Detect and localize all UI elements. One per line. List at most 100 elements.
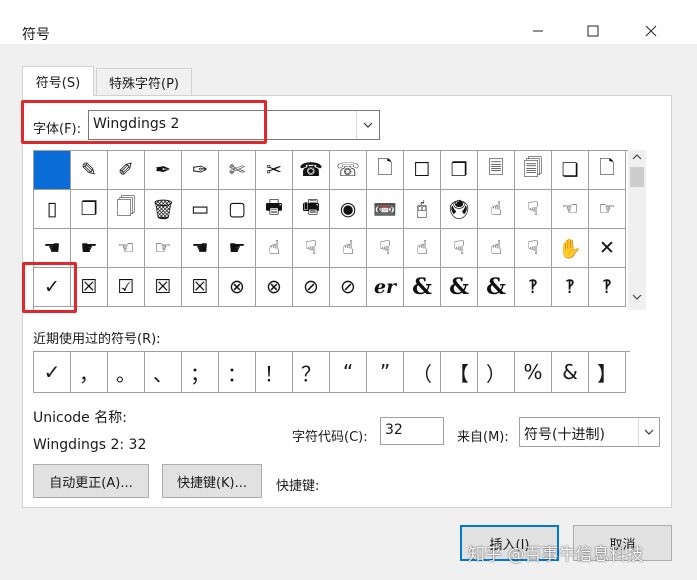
tab-special-characters[interactable]: 特殊字符(P): [96, 68, 192, 96]
symbol-cell[interactable]: 🖷: [293, 190, 330, 229]
symbol-cell[interactable]: ✕: [589, 229, 626, 268]
shortcut-key-button[interactable]: 快捷键(K)...: [162, 464, 262, 498]
symbol-cell[interactable]: ☑: [108, 268, 145, 307]
symbol-cell[interactable]: ☜: [552, 190, 589, 229]
symbol-cell[interactable]: 🖲: [441, 190, 478, 229]
symbol-cell[interactable]: ☟: [293, 229, 330, 268]
maximize-button[interactable]: [578, 22, 608, 40]
minimize-button[interactable]: [523, 22, 553, 40]
recent-symbol-cell[interactable]: &: [552, 352, 589, 393]
symbol-grid-scrollbar[interactable]: [628, 150, 646, 310]
symbol-cell[interactable]: 🗋: [367, 151, 404, 190]
symbol-cell[interactable]: 🖰: [404, 190, 441, 229]
tab-symbols[interactable]: 符号(S): [22, 66, 94, 96]
recent-symbol-cell[interactable]: ，: [71, 352, 108, 393]
symbol-cell[interactable]: 🗐: [515, 151, 552, 190]
symbol-cell[interactable]: ✂: [256, 151, 293, 190]
symbol-cell[interactable]: ☚: [34, 229, 71, 268]
from-dropdown-button[interactable]: [638, 418, 659, 446]
symbol-cell[interactable]: ✑: [182, 151, 219, 190]
symbol-cell[interactable]: ☞: [589, 190, 626, 229]
recent-symbol-cell[interactable]: ！: [256, 352, 293, 393]
symbol-cell[interactable]: [34, 151, 71, 190]
scroll-thumb[interactable]: [630, 167, 644, 187]
symbol-cell[interactable]: ☜: [108, 229, 145, 268]
unicode-name-value: Wingdings 2: 32: [33, 437, 147, 453]
symbol-cell[interactable]: ☝: [330, 229, 367, 268]
symbol-cell[interactable]: ☒: [71, 268, 108, 307]
recent-symbols-grid[interactable]: ✓，。、；：！？ “” （【）% &】: [33, 351, 630, 393]
font-dropdown-button[interactable]: [356, 111, 379, 139]
symbol-cell[interactable]: ⊘: [293, 268, 330, 307]
symbol-cell[interactable]: ⊗: [256, 268, 293, 307]
symbol-cell[interactable]: ☝: [478, 190, 515, 229]
symbol-cell[interactable]: ❐: [71, 190, 108, 229]
symbol-cell[interactable]: &: [404, 268, 441, 307]
symbol-cell[interactable]: ▯: [34, 190, 71, 229]
from-select[interactable]: 符号(十进制): [519, 417, 660, 447]
symbol-cell[interactable]: ☒: [145, 268, 182, 307]
symbol-cell[interactable]: ☝: [256, 229, 293, 268]
symbol-cell[interactable]: ✒: [145, 151, 182, 190]
symbol-cell[interactable]: ✓: [34, 268, 71, 307]
char-code-input[interactable]: 32: [380, 417, 444, 445]
symbol-cell[interactable]: ☝: [404, 229, 441, 268]
symbol-cell[interactable]: ✎: [71, 151, 108, 190]
symbol-cell[interactable]: er: [367, 268, 404, 307]
symbol-cell[interactable]: ☟: [367, 229, 404, 268]
symbol-cell[interactable]: ☒: [182, 268, 219, 307]
symbol-cell[interactable]: ‽: [589, 268, 626, 307]
recent-symbol-cell[interactable]: “: [330, 352, 367, 393]
symbol-cell[interactable]: ✄: [219, 151, 256, 190]
symbol-cell[interactable]: &: [478, 268, 515, 307]
symbol-cell[interactable]: ▢: [219, 190, 256, 229]
symbol-cell[interactable]: ✋: [552, 229, 589, 268]
scroll-down-icon[interactable]: [632, 294, 642, 300]
recent-symbol-cell[interactable]: 、: [145, 352, 182, 393]
symbol-cell[interactable]: 🗑: [145, 190, 182, 229]
symbol-cell[interactable]: 🗍: [108, 190, 145, 229]
symbol-cell[interactable]: 📼: [367, 190, 404, 229]
symbol-cell[interactable]: 🗏: [478, 151, 515, 190]
recent-symbol-cell[interactable]: ）: [478, 352, 515, 393]
symbol-cell[interactable]: ☟: [515, 229, 552, 268]
recent-symbol-cell[interactable]: 【: [441, 352, 478, 393]
symbol-cell[interactable]: ✐: [108, 151, 145, 190]
symbol-cell[interactable]: ☚: [182, 229, 219, 268]
symbol-cell[interactable]: ⊗: [219, 268, 256, 307]
symbol-cell[interactable]: ❏: [552, 151, 589, 190]
recent-symbol-cell[interactable]: ？: [293, 352, 330, 393]
recent-symbol-cell[interactable]: 】: [589, 352, 626, 393]
symbol-cell[interactable]: ‽: [552, 268, 589, 307]
symbol-cell[interactable]: ⊘: [330, 268, 367, 307]
recent-symbol-cell[interactable]: ：: [219, 352, 256, 393]
symbol-grid[interactable]: ✎ ✐ ✒ ✑ ✄ ✂ ☎ ☏ 🗋 ☐ ❐ 🗏 🗐 ❏ 🗋 ▯ ❐ 🗍 🗑 ▭ ▢ 🖶 🖷 ◉ 📼 🖰 🖲 ☝ ☟ ☜ ☞ ☚ ☛ ☜ ☞ ☚ ☛ ☝ ☟ ☝…: [33, 150, 628, 310]
symbol-cell[interactable]: ☝: [478, 229, 515, 268]
font-select[interactable]: Wingdings 2: [88, 110, 380, 140]
symbol-cell[interactable]: ☛: [71, 229, 108, 268]
symbol-cell[interactable]: ▭: [182, 190, 219, 229]
symbol-cell[interactable]: ☛: [219, 229, 256, 268]
symbol-cell[interactable]: ☎: [293, 151, 330, 190]
autocorrect-button[interactable]: 自动更正(A)...: [33, 464, 149, 498]
symbol-cell[interactable]: ☏: [330, 151, 367, 190]
symbol-cell[interactable]: ☐: [404, 151, 441, 190]
recent-symbol-cell[interactable]: ”: [367, 352, 404, 393]
symbol-cell[interactable]: ☞: [145, 229, 182, 268]
recent-symbol-cell[interactable]: （: [404, 352, 441, 393]
symbol-cell[interactable]: ☟: [515, 190, 552, 229]
symbol-cell[interactable]: ☟: [441, 229, 478, 268]
shortcut-key-label: 快捷键:: [276, 479, 320, 494]
recent-symbol-cell[interactable]: ；: [182, 352, 219, 393]
symbol-cell[interactable]: ‽: [515, 268, 552, 307]
recent-symbol-cell[interactable]: %: [515, 352, 552, 393]
recent-symbol-cell[interactable]: 。: [108, 352, 145, 393]
symbol-cell[interactable]: ◉: [330, 190, 367, 229]
scroll-up-icon[interactable]: [632, 154, 642, 160]
close-button[interactable]: [636, 22, 666, 40]
symbol-cell[interactable]: 🖶: [256, 190, 293, 229]
symbol-cell[interactable]: ❐: [441, 151, 478, 190]
symbol-cell[interactable]: &: [441, 268, 478, 307]
recent-symbol-cell[interactable]: ✓: [34, 352, 71, 393]
symbol-cell[interactable]: 🗋: [589, 151, 626, 190]
